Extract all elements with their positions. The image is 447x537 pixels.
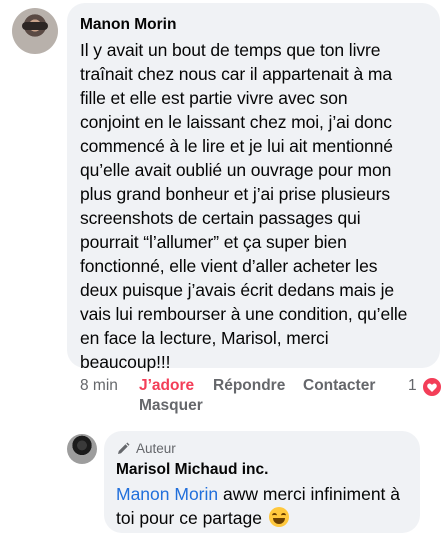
reply-button[interactable]: Répondre	[213, 377, 285, 395]
reply-text-part: aww merci infiniment à	[218, 484, 401, 504]
comment-text-line: screenshots de certain passages qui	[80, 208, 361, 228]
comment-text-line: deux puisque j’avais écrit dedans mais j…	[80, 280, 394, 300]
comment-author[interactable]: Manon Morin	[80, 15, 428, 35]
emoji-mouth	[272, 518, 285, 524]
reaction-count[interactable]: 1	[408, 377, 417, 395]
reply-author-avatar[interactable]	[67, 434, 97, 464]
hide-button[interactable]: Masquer	[139, 397, 203, 415]
comment-actions: 8 min J’adore Répondre Contacter Masquer	[80, 377, 440, 417]
like-button[interactable]: J’adore	[139, 377, 194, 395]
avatar-sunglasses	[22, 22, 48, 30]
commenter-avatar[interactable]	[12, 8, 58, 54]
heart-icon[interactable]	[421, 376, 443, 398]
mention-link[interactable]: Manon Morin	[116, 484, 218, 504]
reply-author[interactable]: Marisol Michaud inc.	[116, 460, 408, 480]
pencil-icon	[118, 442, 130, 454]
comment-text-line: pourrait “l’allumer” et ça super bien	[80, 232, 347, 252]
comment-text-line: en face la lecture, Marisol, merci	[80, 328, 329, 348]
reply-bubble: Auteur Marisol Michaud inc. Manon Morin …	[104, 431, 420, 533]
grinning-face-emoji	[268, 507, 289, 527]
comment-text: Il y avait un bout de temps que ton livr…	[80, 38, 428, 374]
reply-text-line: toi pour ce partage	[116, 506, 408, 530]
comment-text-line: fonctionné, elle vient d’aller acheter l…	[80, 256, 378, 276]
reply-text-line: Manon Morin aww merci infiniment à	[116, 482, 408, 506]
comment-timestamp[interactable]: 8 min	[80, 377, 118, 395]
comment-text-line: traînait chez nous car il appartenait à …	[80, 64, 392, 84]
comment-text-line: vais lui rembourser à une condition, qu’…	[80, 304, 408, 324]
comment-text-line: commencé à le lire et je lui ait mention…	[80, 136, 393, 156]
author-badge: Auteur	[116, 440, 408, 458]
author-badge-label: Auteur	[136, 441, 176, 456]
comment-text-line: beaucoup!!!	[80, 352, 171, 372]
comment-text-line: Il y avait un bout de temps que ton livr…	[80, 40, 381, 60]
comment-text-line: fille et elle est partie vivre avec son	[80, 88, 348, 108]
contact-button[interactable]: Contacter	[303, 377, 375, 395]
reply-text: Manon Morin aww merci infiniment à toi p…	[116, 482, 408, 530]
comment-text-line: qu’elle avait oublié un ouvrage pour mon	[80, 160, 392, 180]
comment-bubble: Manon Morin Il y avait un bout de temps …	[67, 3, 440, 372]
reply-text-part: toi pour ce partage	[116, 508, 262, 528]
comment-text-line: plus grand bonheur et j’ai prise plusieu…	[80, 184, 391, 204]
comment-text-line: conjoint en le laissant chez moi, j’ai d…	[80, 112, 392, 132]
